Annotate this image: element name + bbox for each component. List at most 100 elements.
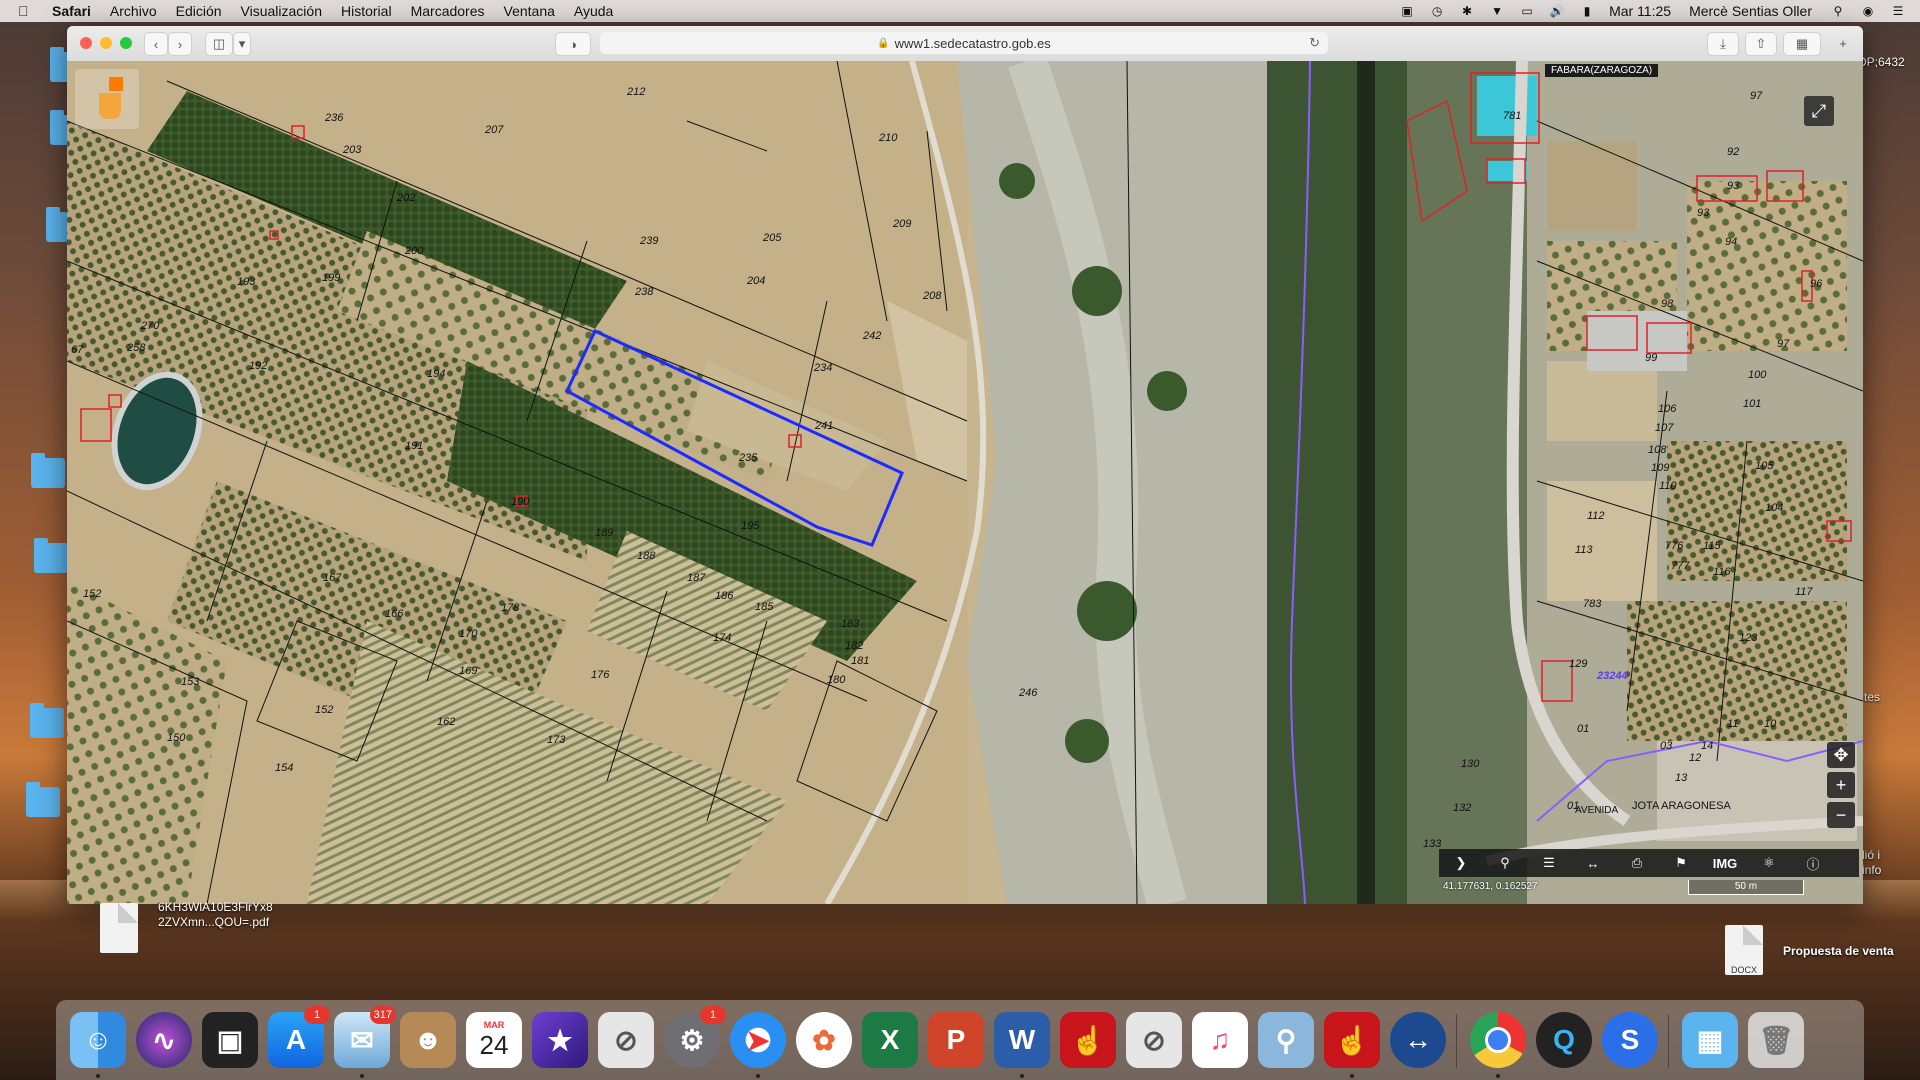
battery-icon[interactable]: ▮ (1579, 4, 1595, 18)
menu-edicion[interactable]: Edición (176, 3, 222, 19)
recenter-crosshair-icon[interactable]: ✥ (1827, 742, 1855, 768)
map-print-icon[interactable]: ⎙ (1615, 849, 1659, 877)
preview-icon[interactable]: ⚲ (1258, 1012, 1314, 1068)
menubar-clock[interactable]: Mar 11:25 (1609, 3, 1671, 19)
fullscreen-expand-icon[interactable]: ⤢ (1804, 96, 1834, 126)
word-icon[interactable]: W (994, 1012, 1050, 1078)
cadastral-map[interactable]: 212 236 207 203 210 202 209 205 239 204 … (67, 61, 1863, 904)
spotlight-search-icon[interactable]: ⚲ (1830, 4, 1846, 18)
parcel-label: 112 (1587, 510, 1605, 522)
blocked-app-icon[interactable]: ⊘ (598, 1012, 654, 1068)
notification-center-icon[interactable]: ☰ (1890, 4, 1906, 18)
desktop-folder-icon[interactable] (31, 453, 65, 488)
downloads-icon[interactable]: ⤓ (1707, 32, 1739, 56)
app-store-icon[interactable]: A1 (268, 1006, 330, 1068)
menu-historial[interactable]: Historial (341, 3, 392, 19)
map-layers-icon[interactable]: ☰ (1527, 849, 1571, 877)
desktop-file-name[interactable]: 6KH3WlA10E3FlrYx8 (158, 900, 273, 914)
zoom-in-button[interactable]: + (1827, 772, 1855, 798)
screen-share-icon[interactable]: ▣ (1399, 4, 1415, 18)
time-machine-icon[interactable]: ◷ (1429, 4, 1445, 18)
zoom-window-button[interactable] (120, 37, 132, 49)
parcel-label: 270 (140, 320, 160, 332)
quicktime-icon[interactable]: Q (1536, 1012, 1592, 1068)
close-window-button[interactable] (80, 37, 92, 49)
sidebar-toggle-icon[interactable]: ◫ (205, 32, 233, 56)
parcel-label: 108 (1648, 444, 1667, 456)
desktop-fragment-label: lió i (1862, 848, 1881, 862)
pdf-file-icon[interactable] (100, 903, 138, 953)
desktop-file-name[interactable]: 2ZVXmn...QOU=.pdf (158, 915, 269, 929)
excel-icon[interactable]: X (862, 1012, 918, 1068)
share-icon[interactable]: ⇧ (1745, 32, 1777, 56)
mail-icon[interactable]: ✉ 317 (334, 1006, 396, 1078)
new-tab-button[interactable]: + (1833, 32, 1853, 54)
chrome-icon[interactable] (1470, 1012, 1526, 1078)
desktop-folder-icon[interactable] (26, 782, 60, 817)
imovie-star-icon[interactable]: ★ (532, 1012, 588, 1068)
parcel-label: 13 (1675, 772, 1688, 784)
parcel-label: 93 (1727, 180, 1740, 192)
safari-compass-icon[interactable]: ➤ (730, 1012, 786, 1078)
mail-badge: 317 (369, 1006, 396, 1024)
parcel-label: 105 (1755, 460, 1774, 472)
parcel-label: 189 (595, 527, 613, 539)
desktop-folder-icon[interactable] (34, 538, 68, 573)
parcel-label: 195 (741, 520, 760, 532)
toolbar-collapse-chevron-icon[interactable]: ❯ (1439, 849, 1483, 877)
menu-bar:  Safari Archivo Edición Visualización H… (0, 0, 1920, 22)
desktop-fragment-label: DP;6432 (1858, 55, 1905, 69)
tab-overview-icon[interactable]: ▦ (1783, 32, 1821, 56)
calendar-icon[interactable]: MAR 24 (466, 1012, 522, 1068)
menu-ventana[interactable]: Ventana (504, 3, 555, 19)
menu-marcadores[interactable]: Marcadores (411, 3, 485, 19)
back-button[interactable]: ‹ (144, 32, 168, 56)
wifi-icon[interactable]: ▼ (1489, 4, 1505, 18)
privacy-shield-icon[interactable]: ◑ (555, 32, 591, 56)
airplay-icon[interactable]: ▭ (1519, 4, 1535, 18)
menu-app-name[interactable]: Safari (52, 3, 91, 19)
parcel-label: 209 (892, 218, 911, 230)
desktop-folder-icon[interactable] (30, 703, 64, 738)
map-info-icon[interactable]: ⓘ (1791, 849, 1835, 877)
menu-visualizacion[interactable]: Visualización (241, 3, 322, 19)
acrobat-reader-icon[interactable]: ☝ (1324, 1012, 1380, 1078)
parcel-label: 132 (1453, 802, 1471, 814)
map-measure-icon[interactable]: ↔ (1571, 849, 1615, 877)
forward-button[interactable]: › (168, 32, 192, 56)
reload-icon[interactable]: ↻ (1309, 35, 1320, 51)
menu-ayuda[interactable]: Ayuda (574, 3, 613, 19)
minimize-window-button[interactable] (100, 37, 112, 49)
powerpoint-icon[interactable]: P (928, 1012, 984, 1068)
desktop-file-name[interactable]: Propuesta de venta (1783, 944, 1894, 958)
map-search-icon[interactable]: ⚲ (1483, 849, 1527, 877)
parcel-label: 01 (1577, 723, 1589, 735)
music-note-icon[interactable]: ♫ (1192, 1012, 1248, 1068)
finder-icon[interactable]: ☺ (70, 1012, 126, 1078)
menu-archivo[interactable]: Archivo (110, 3, 157, 19)
teamviewer-icon[interactable]: ↔ (1390, 1012, 1446, 1068)
map-imagery-toggle[interactable]: IMG (1703, 849, 1747, 877)
contacts-icon[interactable]: ☻ (400, 1012, 456, 1068)
address-bar[interactable]: 🔒 www1.sedecatastro.gob.es ↻ (600, 32, 1328, 54)
trash-icon[interactable]: 🗑 (1748, 1012, 1804, 1068)
zoom-out-button[interactable]: − (1827, 802, 1855, 828)
parcel-label: 193 (237, 276, 256, 288)
acrobat-icon[interactable]: ☝ (1060, 1012, 1116, 1068)
siri-icon[interactable]: ◉ (1860, 4, 1876, 18)
applications-folder-icon[interactable]: ▦ (1682, 1012, 1738, 1068)
menubar-user[interactable]: Mercè Sentias Oller (1689, 3, 1812, 19)
map-bike-icon[interactable]: ⚛ (1747, 849, 1791, 877)
parcel-label: 154 (275, 762, 293, 774)
volume-icon[interactable]: 🔊 (1549, 4, 1565, 18)
map-reference-icon[interactable]: ⚑ (1659, 849, 1703, 877)
skype-like-icon[interactable]: S (1602, 1012, 1658, 1068)
blocked-app-icon[interactable]: ⊘ (1126, 1012, 1182, 1068)
bluetooth-icon[interactable]: ✱ (1459, 4, 1475, 18)
photos-icon[interactable]: ✿ (796, 1012, 852, 1068)
system-preferences-gear-icon[interactable]: ⚙ 1 (664, 1006, 726, 1068)
sidebar-chevron-down-icon[interactable]: ▾ (233, 32, 251, 56)
apple-menu-icon[interactable]:  (18, 3, 38, 19)
siri-icon[interactable]: ∿ (136, 1012, 192, 1068)
photo-booth-icon[interactable]: ▣ (202, 1012, 258, 1068)
